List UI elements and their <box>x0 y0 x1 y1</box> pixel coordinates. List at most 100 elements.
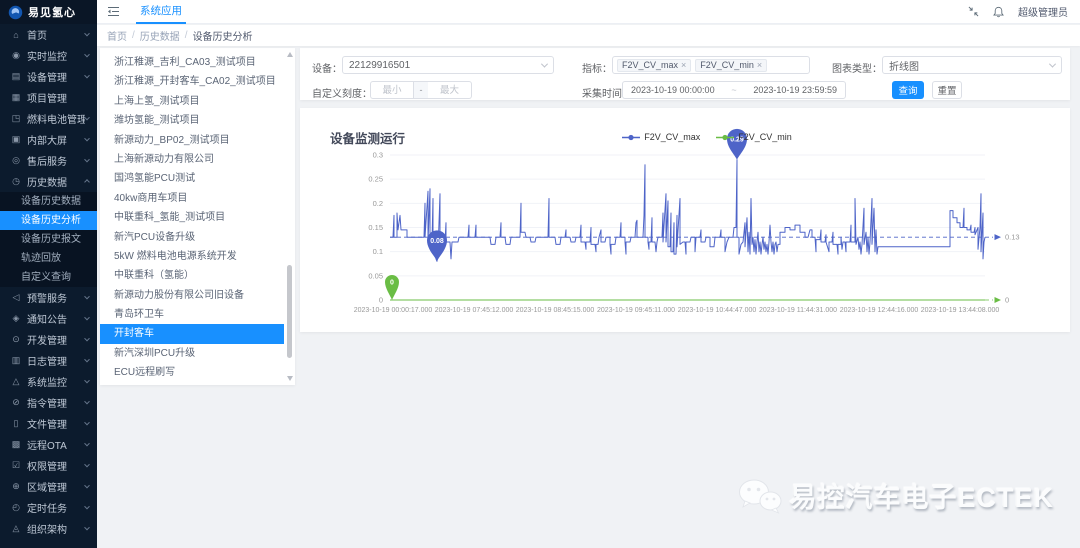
breadcrumb-home[interactable]: 首页 <box>107 28 127 43</box>
project-item[interactable]: 潍坊氢能_测试项目 <box>100 111 284 130</box>
sidebar-subitem[interactable]: 设备历史分析 <box>0 211 97 230</box>
project-item[interactable]: 浙江稚源_吉利_CA03_测试项目 <box>100 53 284 72</box>
svg-text:0: 0 <box>390 280 394 287</box>
chart-card: 00.050.10.150.20.250.32023-10-19 00:00:1… <box>300 108 1070 332</box>
notification-bell-icon[interactable] <box>993 6 1004 18</box>
breadcrumb-history[interactable]: 历史数据 <box>140 28 180 43</box>
project-item[interactable]: 国鸿氢能PCU测试 <box>100 169 284 188</box>
sidebar-item-system-monitor[interactable]: △系统监控 <box>0 371 97 392</box>
sidebar-item-fuel-cell-management[interactable]: ◳燃料电池管理 <box>0 108 97 129</box>
legend-item[interactable]: F2V_CV_min <box>716 132 792 142</box>
sidebar-subitem[interactable]: 轨迹回放 <box>0 249 97 268</box>
chart-type-select[interactable]: 折线图 <box>882 56 1062 74</box>
project-item[interactable]: 浙江稚源_开封客车_CA02_测试项目 <box>100 72 284 91</box>
time-range-picker[interactable]: 2023-10-19 00:00:00 ~ 2023-10-19 23:59:5… <box>622 81 846 99</box>
sidebar-item-scheduled-task[interactable]: ◴定时任务 <box>0 497 97 518</box>
metric-tag[interactable]: F2V_CV_max× <box>617 59 691 72</box>
chevron-down-icon <box>84 524 90 530</box>
app-window: 易见氢心 ⌂首页◉实时监控▤设备管理▦项目管理◳燃料电池管理▣内部大屏◎售后服务… <box>0 0 1080 548</box>
project-item[interactable]: 40kw商用车项目 <box>100 189 284 208</box>
chevron-down-icon <box>84 398 90 404</box>
project-scrollbar[interactable] <box>285 48 294 385</box>
sidebar-item-home[interactable]: ⌂首页 <box>0 24 97 45</box>
sidebar-item-project-management[interactable]: ▦项目管理 <box>0 87 97 108</box>
filter-bar: 设备： 22129916501 指标： F2V_CV_max×F2V_CV_mi… <box>300 48 1070 100</box>
sidebar-item-history-data[interactable]: ◷历史数据 <box>0 171 97 192</box>
scheduled-task-icon: ◴ <box>10 502 22 513</box>
sidebar-item-realtime-monitor[interactable]: ◉实时监控 <box>0 45 97 66</box>
organization-icon: ◬ <box>10 523 22 534</box>
remove-tag-icon[interactable]: × <box>681 60 686 70</box>
scale-max-input[interactable] <box>428 81 472 99</box>
metric-multiselect[interactable]: F2V_CV_max× F2V_CV_min× <box>612 56 810 74</box>
chevron-down-icon <box>84 419 90 425</box>
svg-text:0.08: 0.08 <box>430 238 444 245</box>
sidebar-item-command-management[interactable]: ⊘指令管理 <box>0 392 97 413</box>
system-monitor-icon: △ <box>10 376 22 387</box>
project-item[interactable]: 新汽PCU设备升级 <box>100 228 284 247</box>
sidebar-item-device-management[interactable]: ▤设备管理 <box>0 66 97 87</box>
device-select[interactable]: 22129916501 <box>342 56 554 74</box>
svg-text:0.13: 0.13 <box>1005 233 1020 242</box>
svg-text:2023-10-19 08:45:15.000: 2023-10-19 08:45:15.000 <box>516 307 595 314</box>
collapse-sidebar-icon[interactable] <box>107 6 120 17</box>
chevron-up-icon <box>84 179 90 185</box>
project-item[interactable]: ECU远程刷写 <box>100 363 284 382</box>
project-item[interactable]: 上海上氢_测试项目 <box>100 92 284 111</box>
svg-text:0.3: 0.3 <box>373 151 383 160</box>
watermark: 易控汽车电子ECTEK <box>737 476 1054 515</box>
chevron-down-icon <box>84 482 90 488</box>
chevron-down-icon <box>84 72 90 78</box>
legend-item[interactable]: F2V_CV_max <box>622 132 700 142</box>
sidebar-item-region-management[interactable]: ⊕区域管理 <box>0 476 97 497</box>
history-data-icon: ◷ <box>10 176 22 187</box>
region-management-icon: ⊕ <box>10 481 22 492</box>
time-start: 2023-10-19 00:00:00 <box>631 85 715 95</box>
project-item[interactable]: 中联重科（氢能） <box>100 266 284 285</box>
current-user[interactable]: 超级管理员 <box>1018 4 1068 19</box>
chevron-down-icon <box>84 440 90 446</box>
sidebar-item-dashboard-screen[interactable]: ▣内部大屏 <box>0 129 97 150</box>
project-item[interactable]: 青岛环卫车 <box>100 305 284 324</box>
remote-ota-icon: ▩ <box>10 439 22 450</box>
project-item[interactable]: 开封客车 <box>100 324 284 343</box>
tab-system-app[interactable]: 系统应用 <box>136 0 186 24</box>
sidebar-item-log-management[interactable]: ▥日志管理 <box>0 350 97 371</box>
chevron-down-icon <box>84 135 90 141</box>
reset-button[interactable]: 重置 <box>932 81 962 99</box>
project-item[interactable]: 新汽深圳PCU升级 <box>100 344 284 363</box>
metric-tag[interactable]: F2V_CV_min× <box>695 59 767 72</box>
chevron-down-icon <box>84 156 90 162</box>
logo[interactable]: 易见氢心 <box>0 0 97 24</box>
sidebar-subitem[interactable]: 设备历史报文 <box>0 230 97 249</box>
sidebar-item-permission-management[interactable]: ☑权限管理 <box>0 455 97 476</box>
project-item[interactable]: 上海新源动力有限公司 <box>100 150 284 169</box>
wechat-logo-icon <box>737 477 783 515</box>
project-item[interactable]: 5kW 燃料电池电源系统开发 <box>100 247 284 266</box>
scrollbar-thumb[interactable] <box>287 265 292 358</box>
svg-text:0.2: 0.2 <box>373 199 383 208</box>
chevron-down-icon <box>84 30 90 36</box>
sidebar-item-dev-management[interactable]: ⊙开发管理 <box>0 329 97 350</box>
sidebar-item-remote-ota[interactable]: ▩远程OTA <box>0 434 97 455</box>
sidebar-item-file-management[interactable]: ▯文件管理 <box>0 413 97 434</box>
sidebar-item-notice[interactable]: ◈通知公告 <box>0 308 97 329</box>
project-item[interactable]: 新源动力_BP02_测试项目 <box>100 131 284 150</box>
sidebar-item-organization[interactable]: ◬组织架构 <box>0 518 97 539</box>
project-item[interactable]: 中联重科_氢能_测试项目 <box>100 208 284 227</box>
dev-management-icon: ⊙ <box>10 334 22 345</box>
scale-min-input[interactable] <box>370 81 414 99</box>
svg-text:0.05: 0.05 <box>368 271 383 280</box>
sidebar-subitem[interactable]: 自定义查询 <box>0 268 97 287</box>
sidebar-subitem[interactable]: 设备历史数据 <box>0 192 97 211</box>
chevron-down-icon <box>541 60 548 67</box>
remove-tag-icon[interactable]: × <box>757 60 762 70</box>
project-item[interactable]: 新源动力股份有限公司旧设备 <box>100 286 284 305</box>
query-button[interactable]: 查询 <box>892 81 924 99</box>
sidebar-item-after-sales[interactable]: ◎售后服务 <box>0 150 97 171</box>
sidebar-item-alert-service[interactable]: ◁预警服务 <box>0 287 97 308</box>
scroll-down-icon[interactable] <box>287 376 293 381</box>
device-label: 设备： <box>312 60 342 75</box>
scroll-up-icon[interactable] <box>287 52 293 57</box>
fullscreen-icon[interactable] <box>968 6 979 17</box>
